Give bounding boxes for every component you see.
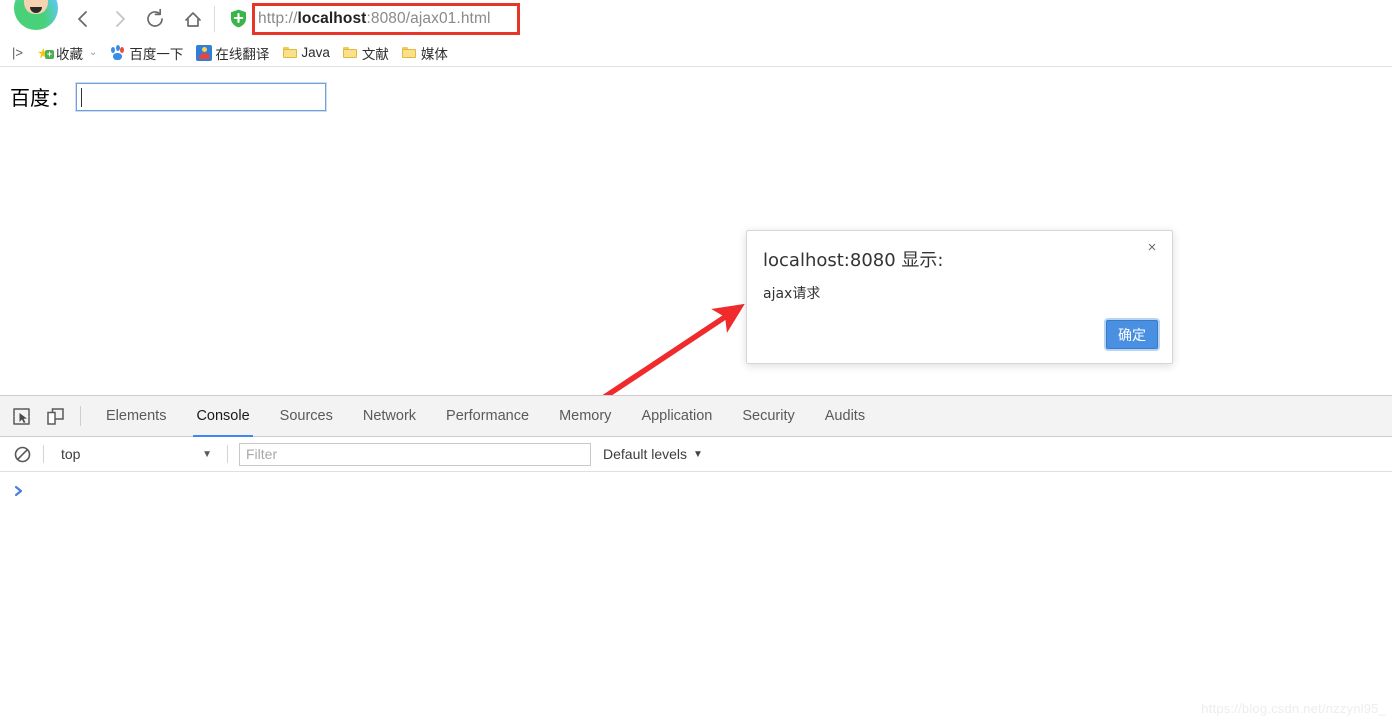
url-path: :8080/ajax01.html: [366, 10, 491, 27]
bookmark-label: 百度一下: [129, 46, 184, 62]
filterbar-divider: [227, 445, 228, 463]
reload-icon: [147, 8, 163, 27]
bookmark-label: 收藏: [55, 46, 83, 62]
bookmark-folder-media[interactable]: 媒体: [400, 42, 450, 64]
folder-icon: [402, 45, 418, 61]
bookmark-folder-java[interactable]: Java: [280, 42, 332, 64]
clear-console-icon[interactable]: [10, 442, 34, 466]
folder-icon: [343, 45, 359, 61]
tab-elements[interactable]: Elements: [91, 396, 181, 437]
apps-chevron-icon[interactable]: |>: [12, 45, 23, 60]
address-bar[interactable]: http://localhost:8080/ajax01.html: [258, 8, 514, 30]
baidu-paw-icon: [110, 44, 126, 61]
bookmark-label: 媒体: [420, 46, 448, 62]
chevron-down-icon: ▼: [202, 448, 212, 460]
baidu-form-row: 百度：: [10, 81, 327, 112]
device-toolbar-icon[interactable]: [42, 403, 68, 429]
bookmark-item-translate[interactable]: 在线翻译: [194, 42, 271, 64]
url-host: localhost: [297, 10, 367, 27]
bookmark-label: 在线翻译: [215, 46, 270, 62]
folder-icon: [282, 45, 298, 61]
tab-network[interactable]: Network: [348, 396, 431, 437]
console-filter-bar: top ▼ Default levels ▼: [0, 437, 1392, 472]
tab-sources[interactable]: Sources: [265, 396, 348, 437]
console-output-area[interactable]: [0, 472, 1392, 723]
forward-button: [105, 4, 135, 34]
baidu-input-label: 百度：: [10, 86, 70, 110]
browser-toolbar: http://localhost:8080/ajax01.html: [0, 0, 1392, 38]
dialog-ok-button[interactable]: 确定: [1106, 320, 1158, 349]
console-prompt-icon[interactable]: [12, 484, 26, 498]
baidu-search-input[interactable]: [75, 81, 327, 112]
devtools-panel: Elements Console Sources Network Perform…: [0, 395, 1392, 723]
console-filter-input[interactable]: [239, 442, 591, 466]
avatar[interactable]: [14, 0, 58, 30]
green-shield-icon[interactable]: [230, 9, 247, 28]
url-scheme: http://: [258, 10, 298, 27]
javascript-alert-dialog: localhost:8080 显示: ajax请求 × 确定: [746, 230, 1173, 364]
bookmarks-bar: |> ★ + 收藏 ⌄ 百度一下 在线翻译 Java 文献 媒体: [0, 38, 1392, 67]
home-button[interactable]: [178, 4, 208, 34]
tab-security[interactable]: Security: [727, 396, 809, 437]
back-button[interactable]: [68, 4, 98, 34]
bookmark-label: 文献: [361, 46, 389, 62]
console-levels-value: Default levels: [603, 446, 688, 462]
devtools-toolbar-divider: [80, 406, 81, 426]
chevron-right-icon: [14, 485, 23, 497]
console-levels-select[interactable]: Default levels ▼: [603, 446, 703, 462]
back-arrow-icon: [78, 11, 87, 27]
chevron-down-icon: ▼: [693, 448, 703, 460]
tab-console[interactable]: Console: [181, 396, 264, 437]
filterbar-divider: [43, 445, 44, 463]
dialog-title: localhost:8080 显示:: [763, 250, 944, 271]
forward-arrow-icon: [116, 11, 125, 27]
star-plus-icon: ★ +: [36, 44, 54, 61]
home-icon: [185, 12, 201, 27]
tab-performance[interactable]: Performance: [431, 396, 544, 437]
bookmark-item-baidu[interactable]: 百度一下: [108, 42, 185, 64]
text-caret: [81, 87, 82, 107]
chevron-down-icon[interactable]: ⌄: [89, 47, 97, 58]
reload-button[interactable]: [140, 4, 170, 34]
tab-application[interactable]: Application: [626, 396, 727, 437]
inspect-element-icon[interactable]: [8, 403, 34, 429]
page-viewport: 百度： localhost:8080 显示: ajax请求 × 确定: [0, 67, 1392, 405]
close-icon[interactable]: ×: [1142, 238, 1162, 258]
dialog-message: ajax请求: [763, 286, 821, 302]
toolbar-divider: [214, 6, 215, 32]
tab-audits[interactable]: Audits: [810, 396, 880, 437]
tab-memory[interactable]: Memory: [544, 396, 626, 437]
translate-icon: [196, 44, 213, 61]
console-context-value: top: [61, 446, 81, 462]
watermark: https://blog.csdn.net/nzzynl95_: [1201, 701, 1386, 716]
devtools-tabbar: Elements Console Sources Network Perform…: [0, 396, 1392, 437]
bookmark-folder-literature[interactable]: 文献: [341, 42, 391, 64]
bookmark-label: Java: [301, 45, 330, 60]
console-context-select[interactable]: top ▼: [53, 442, 218, 466]
bookmark-item-favorites[interactable]: ★ + 收藏 ⌄: [35, 42, 99, 64]
